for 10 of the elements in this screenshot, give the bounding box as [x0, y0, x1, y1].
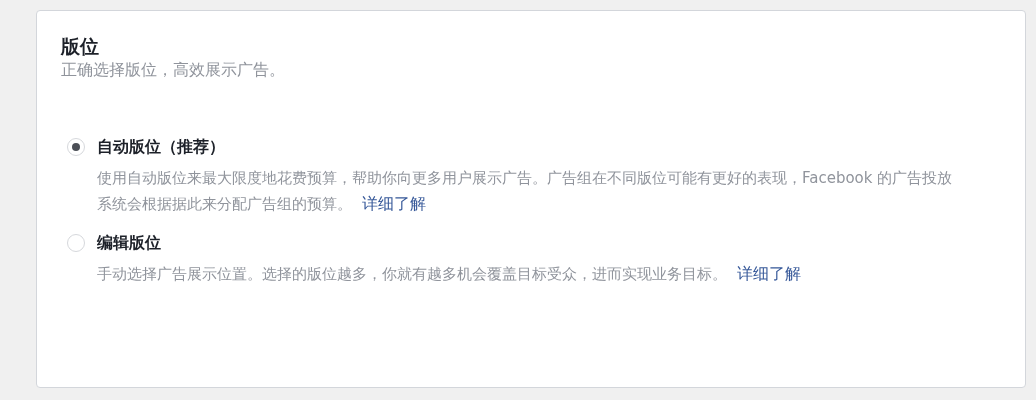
option-label: 编辑版位 — [97, 232, 162, 254]
section-title: 版位 — [61, 34, 100, 59]
option-description: 使用自动版位来最大限度地花费预算，帮助你向更多用户展示广告。广告组在不同版位可能有更好的表现，Facebook 的广告投放系统会根据据此来分配广告组的预算。 详细了解 — [97, 168, 954, 215]
radio-button[interactable] — [67, 138, 85, 156]
radio-button[interactable] — [67, 234, 85, 252]
learn-more-link[interactable]: 详细了解 — [737, 264, 801, 283]
section-subtitle: 正确选择版位，高效展示广告。 — [61, 59, 286, 81]
learn-more-link[interactable]: 详细了解 — [362, 194, 426, 213]
option-description: 手动选择广告展示位置。选择的版位越多，你就有越多机会覆盖目标受众，进而实现业务目标。 详细了解 — [97, 263, 801, 285]
option-label: 自动版位（推荐） — [97, 136, 226, 158]
